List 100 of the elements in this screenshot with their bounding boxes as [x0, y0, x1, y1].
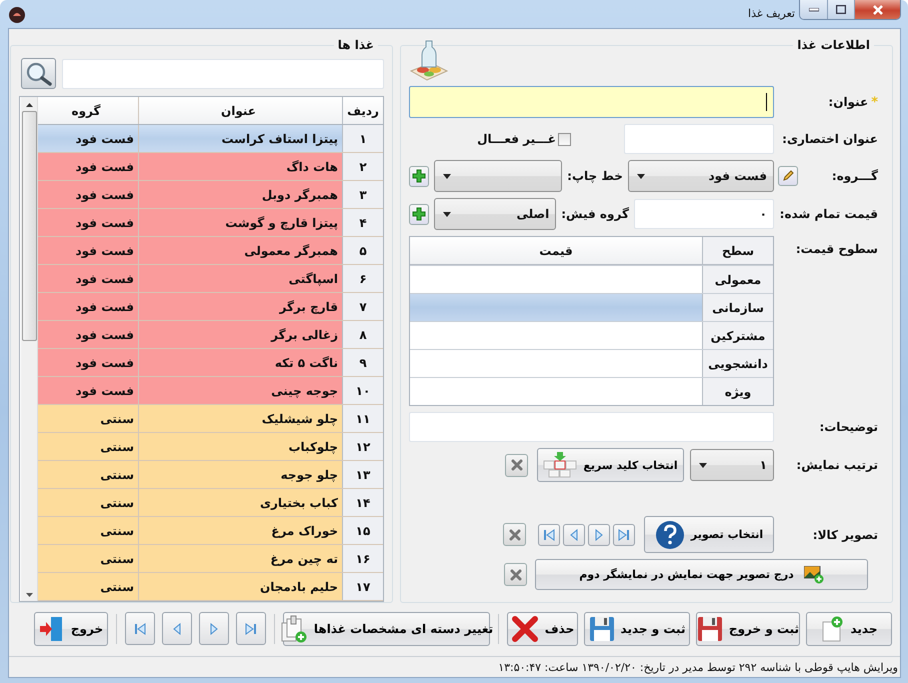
save-button[interactable]: ثبت و خروج [696, 612, 800, 646]
table-cell: سازمانی [702, 294, 773, 321]
receipt-group-dropdown[interactable]: اصلی [434, 198, 556, 230]
table-cell: ۱۴ [342, 489, 383, 516]
table-row[interactable]: ۱۵ خوراک مرغ سنتی [38, 517, 383, 545]
exit-door-icon [38, 616, 65, 642]
clear-button[interactable] [505, 454, 528, 476]
column-header: عنوان [138, 97, 342, 124]
scroll-down-icon [26, 593, 32, 597]
table-row[interactable]: ۱۳ چلو جوجه سنتی [38, 461, 383, 489]
table-cell: ۷ [342, 293, 383, 320]
add-button[interactable] [409, 166, 430, 186]
previous-button[interactable] [563, 524, 585, 546]
field-label: عنوان اختصاری: [782, 132, 878, 146]
table-row[interactable]: ۱۶ ته چین مرغ سنتی [38, 545, 383, 573]
table-row[interactable]: ۷ قارچ برگر فست فود [38, 293, 383, 321]
table-cell: خوراک مرغ [138, 517, 342, 544]
table-cell: ۶ [342, 265, 383, 292]
table-row[interactable]: دانشجویی [410, 349, 773, 377]
table-row[interactable]: ۳ همبرگر دوبل فست فود [38, 181, 383, 209]
table-cell-text: فست فود [74, 242, 135, 260]
previous-button[interactable] [162, 612, 192, 645]
close-icon [508, 528, 520, 540]
search-button[interactable] [21, 58, 56, 89]
choose-image-button[interactable]: انتخاب تصویر [644, 516, 774, 553]
table-cell-text: فست فود [74, 382, 135, 400]
table-row[interactable]: ۹ ناگت ۵ تکه فست فود [38, 349, 383, 377]
table-row[interactable]: معمولی [410, 265, 773, 293]
next-button[interactable] [199, 612, 229, 645]
second-display-image-button[interactable]: درج تصویر جهت نمایش در نمایشگر دوم [535, 559, 868, 590]
display-order-dropdown[interactable]: ۱ [690, 449, 774, 481]
triangle-icon [208, 622, 220, 634]
first-button[interactable] [125, 612, 155, 645]
clear-button[interactable] [503, 523, 526, 546]
triangle-icon [171, 622, 183, 634]
table-row[interactable]: ۱۴ کباب بختیاری سنتی [38, 489, 383, 517]
group-dropdown[interactable]: فست فود [628, 160, 774, 192]
close-button[interactable] [854, 0, 900, 19]
field-label: قیمت تمام شده: [780, 207, 878, 221]
search-icon [26, 62, 52, 86]
table-cell: ۸ [342, 321, 383, 348]
cost-field[interactable]: ۰ [634, 199, 774, 229]
table-row[interactable]: ۱ پیتزا استاف کراست فست فود [38, 125, 383, 153]
scrollbar-thumb[interactable] [22, 111, 36, 341]
maximize-button[interactable] [827, 0, 854, 19]
edit-button[interactable] [778, 166, 798, 186]
table-cell: کباب بختیاری [138, 489, 342, 516]
table-row[interactable]: ۱۱ چلو شیشلیک سنتی [38, 405, 383, 433]
window-title: تعریف غذا [748, 7, 795, 20]
delete-button[interactable]: حذف [507, 612, 578, 646]
table-cell-text: فست فود [74, 270, 135, 288]
last-button[interactable] [613, 524, 635, 546]
shortcut-key-button[interactable]: انتخاب کلید سریع [537, 448, 684, 482]
checkbox[interactable] [558, 132, 571, 146]
add-button[interactable] [409, 204, 429, 224]
table-cell: جوجه چینی [138, 377, 342, 404]
table-cell: ۲ [342, 153, 383, 180]
table-cell: ۱۳ [342, 461, 383, 488]
search-field[interactable] [62, 58, 384, 88]
table-row[interactable]: ویژه [410, 377, 773, 405]
table-row[interactable]: ۵ همبرگر معمولی فست فود [38, 237, 383, 265]
scrollbar[interactable] [21, 97, 38, 601]
last-button[interactable] [236, 612, 266, 645]
table-cell-text: فست فود [74, 326, 135, 344]
table-row[interactable]: ۱۲ چلوکباب سنتی [38, 433, 383, 461]
print-line-dropdown[interactable] [434, 160, 562, 192]
table-row[interactable]: ۴ پیتزا قارچ و گوشت فست فود [38, 209, 383, 237]
dropdown-arrow-icon [442, 212, 451, 216]
table-cell: دانشجویی [702, 350, 773, 377]
table-cell-text: سنتی [99, 494, 135, 512]
table-row[interactable]: مشترکین [410, 321, 773, 349]
plus-icon [412, 207, 426, 221]
table-cell-text: سنتی [99, 522, 135, 540]
table-cell: ۱۱ [342, 405, 383, 432]
table-cell: معمولی [702, 266, 773, 293]
table-row[interactable]: ۱۰ جوجه چینی فست فود [38, 377, 383, 405]
table-row[interactable]: ۲ هات داگ فست فود [38, 153, 383, 181]
table-row[interactable]: ۶ اسپاگتی فست فود [38, 265, 383, 293]
next-button[interactable] [588, 524, 610, 546]
short-title-field[interactable] [624, 124, 774, 154]
minimize-button[interactable] [800, 0, 827, 19]
table-cell: اسپاگتی [138, 265, 342, 292]
table-cell-text: سنتی [99, 466, 135, 484]
exit-button[interactable]: خروج [34, 612, 108, 646]
table-cell: قارچ برگر [138, 293, 342, 320]
table-row[interactable]: ۸ زغالی برگر فست فود [38, 321, 383, 349]
title-field[interactable] [409, 86, 774, 118]
new-button[interactable]: جدید [806, 612, 892, 646]
table-row[interactable]: ۱۷ حلیم بادمجان سنتی [38, 573, 383, 601]
dropdown-arrow-icon [699, 462, 707, 468]
clear-button[interactable] [504, 563, 527, 586]
save-button[interactable]: ثبت و جدید [584, 612, 690, 646]
table-cell-text: فست فود [74, 298, 135, 316]
batch-edit-button[interactable]: تغییر دسته ای مشخصات غذاها [283, 612, 490, 646]
first-button[interactable] [538, 524, 560, 546]
table-cell: هات داگ [138, 153, 342, 180]
table-cell: ۱۲ [342, 433, 383, 460]
table-cell: پیتزا قارچ و گوشت [138, 209, 342, 236]
question-icon [654, 520, 685, 550]
description-field[interactable] [409, 412, 774, 442]
